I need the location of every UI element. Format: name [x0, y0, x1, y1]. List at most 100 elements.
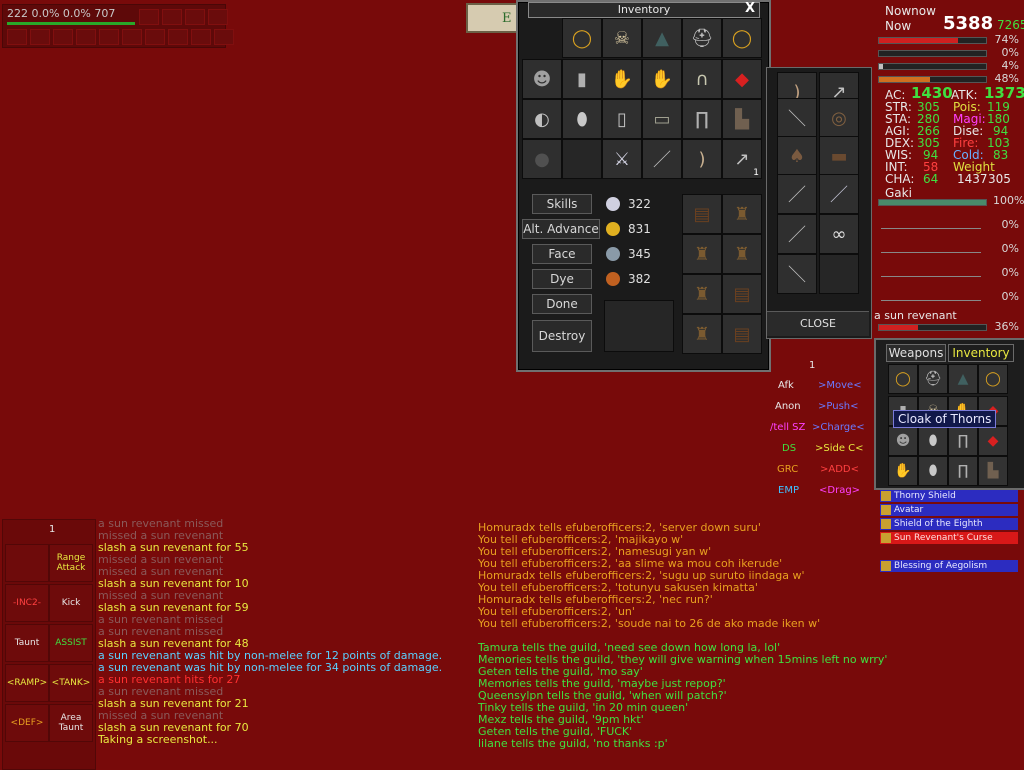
skull-icon[interactable]: ☠ — [602, 18, 642, 58]
blade-icon[interactable]: ／ — [819, 174, 859, 214]
ring-icon[interactable]: ◯ — [562, 18, 602, 58]
gold-coin[interactable]: 831 — [604, 219, 672, 239]
gauntlet-icon[interactable]: ✋ — [602, 59, 642, 99]
arrow-icon[interactable]: ↗ 1 — [722, 139, 762, 179]
destroy-button[interactable]: Destroy — [532, 320, 592, 352]
quick-icon[interactable] — [145, 29, 165, 45]
combat-chat-window[interactable]: a sun revenant missed missed a sun revena… — [98, 518, 442, 746]
close-icon[interactable]: X — [745, 2, 755, 16]
group-member-bar[interactable] — [881, 276, 981, 277]
glove-icon[interactable]: ✋ — [888, 456, 918, 486]
charm-icon[interactable]: ● — [522, 139, 562, 179]
helmet-icon[interactable]: ⛑ — [682, 18, 722, 58]
hotkey-charge[interactable]: >Charge< — [812, 422, 865, 433]
hotkey-grc[interactable]: GRC — [777, 464, 798, 475]
tab-inventory[interactable]: Inventory — [948, 344, 1014, 362]
inventory-titlebar[interactable]: Inventory X — [528, 2, 760, 18]
leg-armor-icon[interactable]: ∏ — [948, 456, 978, 486]
hotbar-def[interactable]: <DEF> — [5, 704, 49, 742]
hotkey-afk[interactable]: Afk — [778, 380, 794, 391]
chest-icon[interactable]: ▤ — [722, 314, 762, 354]
armor-icon[interactable]: ▮ — [562, 59, 602, 99]
chest-icon[interactable]: ▤ — [722, 274, 762, 314]
cloak-icon[interactable]: ▲ — [642, 18, 682, 58]
leg-armor-icon[interactable]: ∏ — [682, 99, 722, 139]
mask-icon[interactable]: ☻ — [888, 426, 918, 456]
buff-blessing-of-aegolism[interactable]: Blessing of Aegolism — [880, 560, 1018, 572]
sword-icon[interactable]: ／ — [777, 174, 817, 214]
belt-icon[interactable]: ▭ — [642, 99, 682, 139]
cloak-icon[interactable]: ◆ — [978, 426, 1008, 456]
shoulder-icon[interactable]: ◐ — [522, 99, 562, 139]
hotkey-side[interactable]: >Side C< — [815, 443, 864, 454]
hotkey-ds[interactable]: DS — [782, 443, 796, 454]
whip-icon[interactable]: ◎ — [819, 98, 859, 138]
hotbar-slot-empty[interactable] — [5, 544, 49, 582]
platinum-coin[interactable]: 322 — [604, 194, 672, 214]
bag-icon[interactable]: ♜ — [682, 234, 722, 274]
face-button[interactable]: Face — [532, 244, 592, 264]
hotkey-drag[interactable]: <Drag> — [819, 485, 860, 496]
hotkey-emp[interactable]: EMP — [778, 485, 799, 496]
group-member-bar[interactable] — [881, 228, 981, 229]
sword-icon[interactable]: ／ — [777, 214, 817, 254]
hotkey-anon[interactable]: Anon — [775, 401, 801, 412]
hotbar-area-taunt[interactable]: Area Taunt — [49, 704, 93, 742]
hotbar-taunt[interactable]: Taunt — [5, 624, 49, 662]
cloak-icon[interactable]: ▲ — [948, 364, 978, 394]
shield-icon[interactable]: ⬮ — [918, 456, 948, 486]
bow-icon[interactable]: ) — [682, 139, 722, 179]
bag-icon[interactable]: ♜ — [722, 234, 762, 274]
quick-icon[interactable] — [185, 9, 205, 25]
quick-icon[interactable] — [208, 9, 228, 25]
cloak-icon[interactable]: ◆ — [722, 59, 762, 99]
ring-icon[interactable]: ◯ — [722, 18, 762, 58]
leg-armor-icon[interactable]: ∏ — [948, 426, 978, 456]
helmet-icon[interactable]: ⛑ — [918, 364, 948, 394]
glove-icon[interactable]: ✋ — [642, 59, 682, 99]
done-button[interactable]: Done — [532, 294, 592, 314]
tab-weapons[interactable]: Weapons — [886, 344, 946, 362]
quick-icon[interactable] — [30, 29, 50, 45]
shield-icon[interactable]: ⬮ — [918, 426, 948, 456]
cloak-icon[interactable]: ∩ — [682, 59, 722, 99]
quick-icon[interactable] — [191, 29, 211, 45]
shield-icon[interactable]: ⬮ — [562, 99, 602, 139]
buff-thorny-shield[interactable]: Thorny Shield — [880, 490, 1018, 502]
chest-icon[interactable]: ▤ — [682, 194, 722, 234]
boot-icon[interactable]: ▙ — [722, 99, 762, 139]
group-member-bar[interactable] — [881, 252, 981, 253]
quick-icon[interactable] — [99, 29, 119, 45]
dye-button[interactable]: Dye — [532, 269, 592, 289]
quick-icon[interactable] — [168, 29, 188, 45]
quick-icon[interactable] — [162, 9, 182, 25]
quick-icon[interactable] — [7, 29, 27, 45]
hotbar-range-attack[interactable]: Range Attack — [49, 544, 93, 582]
empty-slot[interactable] — [562, 139, 602, 179]
empty-slot[interactable] — [819, 254, 859, 294]
breastplate-icon[interactable]: ▯ — [602, 99, 642, 139]
bag-icon[interactable]: ♜ — [682, 274, 722, 314]
ring-icon[interactable]: ◯ — [888, 364, 918, 394]
alt-advance-button[interactable]: Alt. Advance — [522, 219, 600, 239]
club-icon[interactable]: ▬ — [819, 136, 859, 176]
hotbar-ramp[interactable]: <RAMP> — [5, 664, 49, 702]
buff-shield-of-the-eighth[interactable]: Shield of the Eighth — [880, 518, 1018, 530]
hotbar-kick[interactable]: Kick — [49, 584, 93, 622]
hotkey-push[interactable]: >Push< — [818, 401, 859, 412]
sword-icon[interactable]: ＼ — [777, 254, 817, 294]
ring-icon[interactable]: ◯ — [978, 364, 1008, 394]
sword-icon[interactable]: ／ — [642, 139, 682, 179]
bag-icon[interactable]: ♜ — [722, 194, 762, 234]
axe-icon[interactable]: ♠ — [777, 136, 817, 176]
hotkey-move[interactable]: >Move< — [818, 380, 862, 391]
tell-chat-window[interactable]: Homuradx tells efuberofficers:2, 'server… — [478, 522, 887, 750]
quick-icon[interactable] — [53, 29, 73, 45]
hotbar-assist[interactable]: ASSIST — [49, 624, 93, 662]
skills-button[interactable]: Skills — [532, 194, 592, 214]
bag-icon[interactable]: ♜ — [682, 314, 722, 354]
boot-icon[interactable]: ▙ — [978, 456, 1008, 486]
quick-icon[interactable] — [139, 9, 159, 25]
hotkey-add[interactable]: >ADD< — [820, 464, 859, 475]
buff-avatar[interactable]: Avatar — [880, 504, 1018, 516]
